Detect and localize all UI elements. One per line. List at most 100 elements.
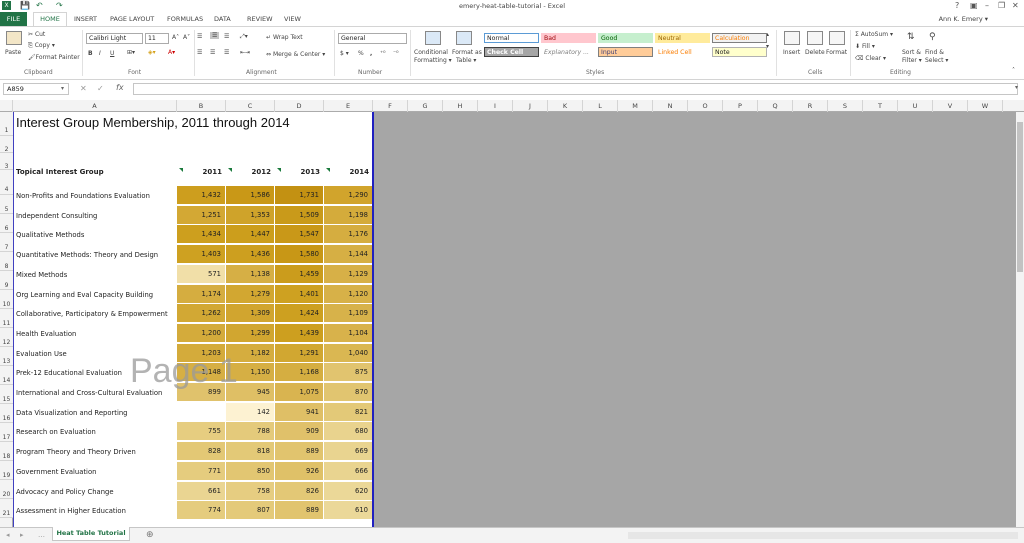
autosum-button[interactable]: Σ AutoSum ▾ [855,31,893,38]
heat-cell[interactable]: 826 [275,481,324,501]
heat-cell[interactable]: 1,120 [324,284,373,304]
clear-button[interactable]: ⌫ Clear ▾ [855,55,886,62]
row-header[interactable]: 9 [0,271,13,290]
find-select-button[interactable]: Find & [925,49,944,56]
column-header-v[interactable]: V [933,100,968,112]
heat-cell[interactable]: 1,040 [324,343,373,363]
heat-cell[interactable]: 889 [275,442,324,462]
header-label-cell[interactable]: Topical Interest Group [16,168,104,176]
column-header-u[interactable]: U [898,100,933,112]
cell-style-good[interactable]: Good [598,33,653,43]
help-button[interactable]: ? [955,1,959,10]
heat-cell[interactable]: 1,104 [324,323,373,343]
column-header-f[interactable]: F [373,100,408,112]
align-right-icon[interactable]: ☰ [224,49,229,56]
row-header[interactable]: 20 [0,480,13,499]
column-header-a[interactable]: A [13,100,177,112]
row-label-cell[interactable]: Evaluation Use [16,350,67,358]
heat-cell[interactable]: 1,434 [177,225,226,245]
format-as-table-button[interactable]: Format as [452,49,482,56]
row-header[interactable]: 3 [0,153,13,170]
row-header[interactable]: 14 [0,366,13,385]
row-header[interactable]: 10 [0,290,13,309]
column-header-q[interactable]: Q [758,100,793,112]
delete-button[interactable]: Delete [805,49,825,56]
column-header-k[interactable]: K [548,100,583,112]
cell-style-input[interactable]: Input [598,47,653,57]
column-header-h[interactable]: H [443,100,478,112]
column-header-e[interactable]: E [324,100,373,112]
collapse-ribbon-icon[interactable]: ˄ [1012,67,1015,74]
sort-filter-button[interactable]: Sort & [902,49,921,56]
align-center-icon[interactable]: ☰ [210,49,215,56]
cell-style-neutral[interactable]: Neutral [655,33,710,43]
row-label-cell[interactable]: Health Evaluation [16,330,76,338]
name-box-dropdown-icon[interactable]: ▾ [61,85,64,92]
heat-cell[interactable]: 1,291 [275,343,324,363]
wrap-text-button[interactable]: ↵ Wrap Text [266,34,303,41]
tab-insert[interactable]: INSERT [74,15,97,23]
row-label-cell[interactable]: Mixed Methods [16,271,67,279]
heat-cell[interactable]: 1,198 [324,205,373,225]
heat-cell[interactable]: 1,200 [177,323,226,343]
row-label-cell[interactable]: Research on Evaluation [16,428,96,436]
column-header-t[interactable]: T [863,100,898,112]
increase-decimal-icon[interactable]: ⁺⁰ [380,50,386,57]
column-header-c[interactable]: C [226,100,275,112]
heat-cell[interactable]: 571 [177,264,226,284]
tab-formulas[interactable]: FORMULAS [167,15,203,23]
heat-cell[interactable] [177,402,226,422]
format-button[interactable]: Format [826,49,847,56]
row-label-cell[interactable]: Collaborative, Participatory & Empowerme… [16,310,168,318]
tab-file[interactable]: FILE [0,12,27,26]
heat-cell[interactable]: 1,424 [275,304,324,324]
align-middle-icon[interactable]: ☰ [210,32,220,39]
heat-cell[interactable]: 889 [275,501,324,521]
heat-cell[interactable]: 1,168 [275,363,324,383]
row-header[interactable]: 16 [0,404,13,423]
fill-button[interactable]: ⬇ Fill ▾ [855,43,875,50]
sheet-title[interactable]: Interest Group Membership, 2011 through … [16,115,290,130]
row-header[interactable]: 17 [0,423,13,442]
font-name-select[interactable]: Calibri Light [86,33,143,44]
bold-button[interactable]: B [88,50,93,57]
column-header-s[interactable]: S [828,100,863,112]
heat-cell[interactable]: 1,129 [324,264,373,284]
shrink-font-button[interactable]: A˅ [183,34,190,41]
row-label-cell[interactable]: Assessment in Higher Education [16,507,126,515]
scrollbar-thumb[interactable] [1017,122,1023,272]
cell-style-explanatory[interactable]: Explanatory ... [541,47,596,57]
insert-function-icon[interactable]: fx [116,83,124,92]
vertical-scrollbar[interactable] [1016,112,1024,527]
heat-cell[interactable]: 1,353 [226,205,275,225]
heat-cell[interactable]: 1,403 [177,245,226,265]
row-header[interactable]: 19 [0,461,13,480]
align-bottom-icon[interactable]: ☰ [224,33,229,40]
tab-review[interactable]: REVIEW [247,15,273,23]
user-account[interactable]: Ann K. Emery ▾ [939,15,988,23]
row-header[interactable]: 12 [0,328,13,347]
heat-cell[interactable]: 610 [324,501,373,521]
heat-cell[interactable]: 1,176 [324,225,373,245]
row-label-cell[interactable]: Independent Consulting [16,212,97,220]
year-header-2014[interactable]: 2014 [324,168,369,176]
heat-cell[interactable]: 620 [324,481,373,501]
cell-style-calculation[interactable]: Calculation [712,33,767,43]
copy-button[interactable]: ⎘ Copy ▾ [28,42,55,50]
heat-cell[interactable]: 1,290 [324,186,373,205]
heat-cell[interactable]: 870 [324,383,373,402]
row-label-cell[interactable]: Government Evaluation [16,468,96,476]
horizontal-scrollbar[interactable] [628,532,1018,539]
column-header-w[interactable]: W [968,100,1003,112]
format-as-table-icon[interactable] [456,31,472,45]
percent-button[interactable]: % [358,50,364,57]
italic-button[interactable]: I [99,50,101,57]
number-format-select[interactable]: General [338,33,407,44]
column-header-i[interactable]: I [478,100,513,112]
heat-cell[interactable]: 661 [177,481,226,501]
row-header[interactable]: 8 [0,252,13,271]
heat-cell[interactable]: 1,509 [275,205,324,225]
paste-button[interactable]: Paste [5,49,21,56]
heat-cell[interactable]: 818 [226,442,275,462]
heat-cell[interactable]: 909 [275,422,324,442]
